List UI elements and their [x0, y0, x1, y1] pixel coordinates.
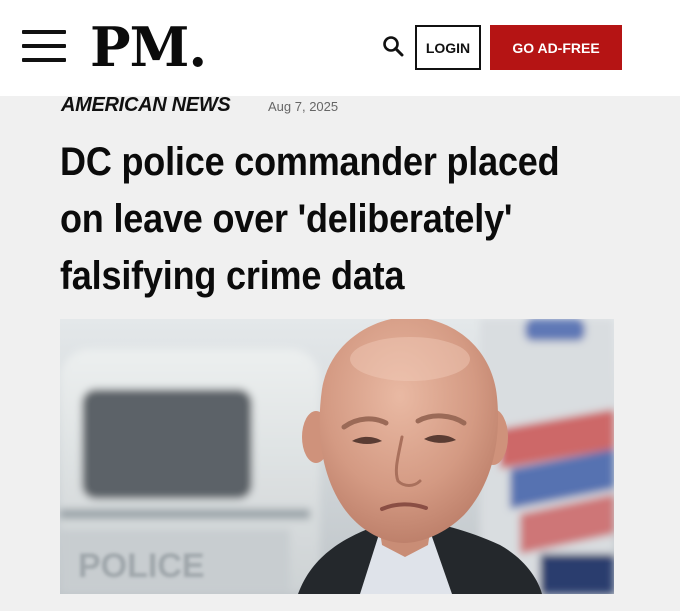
van-lettering: POLICE: [78, 547, 205, 585]
site-logo[interactable]: PM.: [90, 12, 207, 82]
article-hero-image: POLICE: [60, 319, 614, 594]
article-category-link[interactable]: AMERICAN NEWS: [61, 92, 231, 118]
login-button[interactable]: LOGIN: [415, 25, 481, 70]
search-icon[interactable]: [382, 35, 404, 57]
article-headline: DC police commander placed on leave over…: [60, 140, 560, 298]
hamburger-menu-icon[interactable]: [22, 30, 66, 64]
site-header: PM. LOGIN GO AD-FREE: [0, 0, 680, 96]
article-date: Aug 7, 2025: [268, 99, 339, 114]
go-ad-free-button[interactable]: GO AD-FREE: [490, 25, 622, 70]
photo-of-bald-man: POLICE: [60, 319, 614, 594]
